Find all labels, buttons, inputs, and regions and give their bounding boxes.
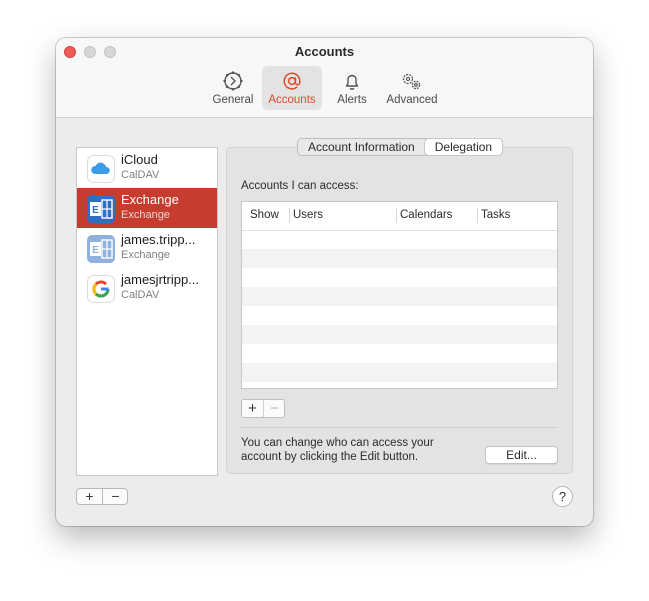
column-header-calendars[interactable]: Calendars <box>400 209 452 221</box>
toolbar-general-label: General <box>212 94 254 106</box>
column-divider <box>477 208 478 223</box>
table-row <box>242 325 557 344</box>
accounts-access-label: Accounts I can access: <box>241 180 359 192</box>
svg-text:E: E <box>92 245 99 256</box>
column-divider <box>396 208 397 223</box>
delegation-table: Show Users Calendars Tasks <box>241 201 558 389</box>
window-title: Accounts <box>294 44 355 59</box>
toolbar-advanced[interactable]: Advanced <box>382 66 442 110</box>
account-type: Exchange <box>121 209 170 221</box>
table-header: Show Users Calendars Tasks <box>242 202 557 231</box>
divider <box>241 427 558 428</box>
details-tabs: Account Information Delegation <box>297 138 504 156</box>
gear-clock-icon <box>223 71 243 91</box>
google-icon <box>87 275 115 303</box>
tab-account-information[interactable]: Account Information <box>298 139 425 155</box>
preferences-window: Accounts General Accounts Alerts Advance… <box>56 38 593 526</box>
table-row <box>242 344 557 363</box>
account-type: Exchange <box>121 249 170 261</box>
titlebar: Accounts General Accounts Alerts Advance… <box>56 38 593 118</box>
account-item-james-tripp[interactable]: E james.tripp... Exchange <box>77 228 217 268</box>
help-button[interactable]: ? <box>552 486 573 507</box>
table-row <box>242 249 557 268</box>
column-divider <box>289 208 290 223</box>
gears-icon <box>402 73 421 90</box>
account-name: iCloud <box>121 152 158 167</box>
delegation-buttons: + − <box>241 399 285 418</box>
account-item-icloud[interactable]: iCloud CalDAV <box>77 148 217 188</box>
at-sign-icon <box>283 72 301 90</box>
remove-delegate-button[interactable]: − <box>264 400 285 417</box>
table-row <box>242 268 557 287</box>
remove-account-button[interactable]: − <box>103 489 128 504</box>
table-row <box>242 287 557 306</box>
exchange-icon: E <box>87 195 115 223</box>
column-header-users[interactable]: Users <box>293 209 323 221</box>
toolbar-accounts-label: Accounts <box>268 94 316 106</box>
account-type: CalDAV <box>121 289 160 301</box>
edit-button[interactable]: Edit... <box>485 446 558 464</box>
icloud-icon <box>87 155 115 183</box>
account-name: jamesjrtripp... <box>121 272 200 287</box>
toolbar-general[interactable]: General <box>208 66 258 110</box>
account-name: james.tripp... <box>121 232 196 247</box>
toolbar-advanced-label: Advanced <box>386 94 438 106</box>
account-name: Exchange <box>121 192 179 207</box>
table-row <box>242 363 557 382</box>
add-account-button[interactable]: + <box>77 489 103 504</box>
account-item-jamesjrtripp[interactable]: jamesjrtripp... CalDAV <box>77 268 217 308</box>
bell-icon <box>345 74 359 90</box>
column-header-tasks[interactable]: Tasks <box>481 209 510 221</box>
table-row <box>242 230 557 249</box>
accounts-list: iCloud CalDAV E Exchange Exchange E jame… <box>76 147 218 476</box>
exchange-icon: E <box>87 235 115 263</box>
toolbar-accounts[interactable]: Accounts <box>262 66 322 110</box>
account-list-buttons: + − <box>76 488 128 505</box>
toolbar-alerts-label: Alerts <box>337 94 367 106</box>
delegation-hint: You can change who can access your accou… <box>241 437 434 463</box>
account-item-exchange[interactable]: E Exchange Exchange <box>77 188 217 228</box>
svg-text:E: E <box>92 205 99 216</box>
toolbar-alerts[interactable]: Alerts <box>328 66 376 110</box>
tab-delegation[interactable]: Delegation <box>424 139 503 155</box>
account-type: CalDAV <box>121 169 160 181</box>
add-delegate-button[interactable]: + <box>242 400 264 417</box>
table-row <box>242 306 557 325</box>
column-header-show[interactable]: Show <box>250 209 279 221</box>
